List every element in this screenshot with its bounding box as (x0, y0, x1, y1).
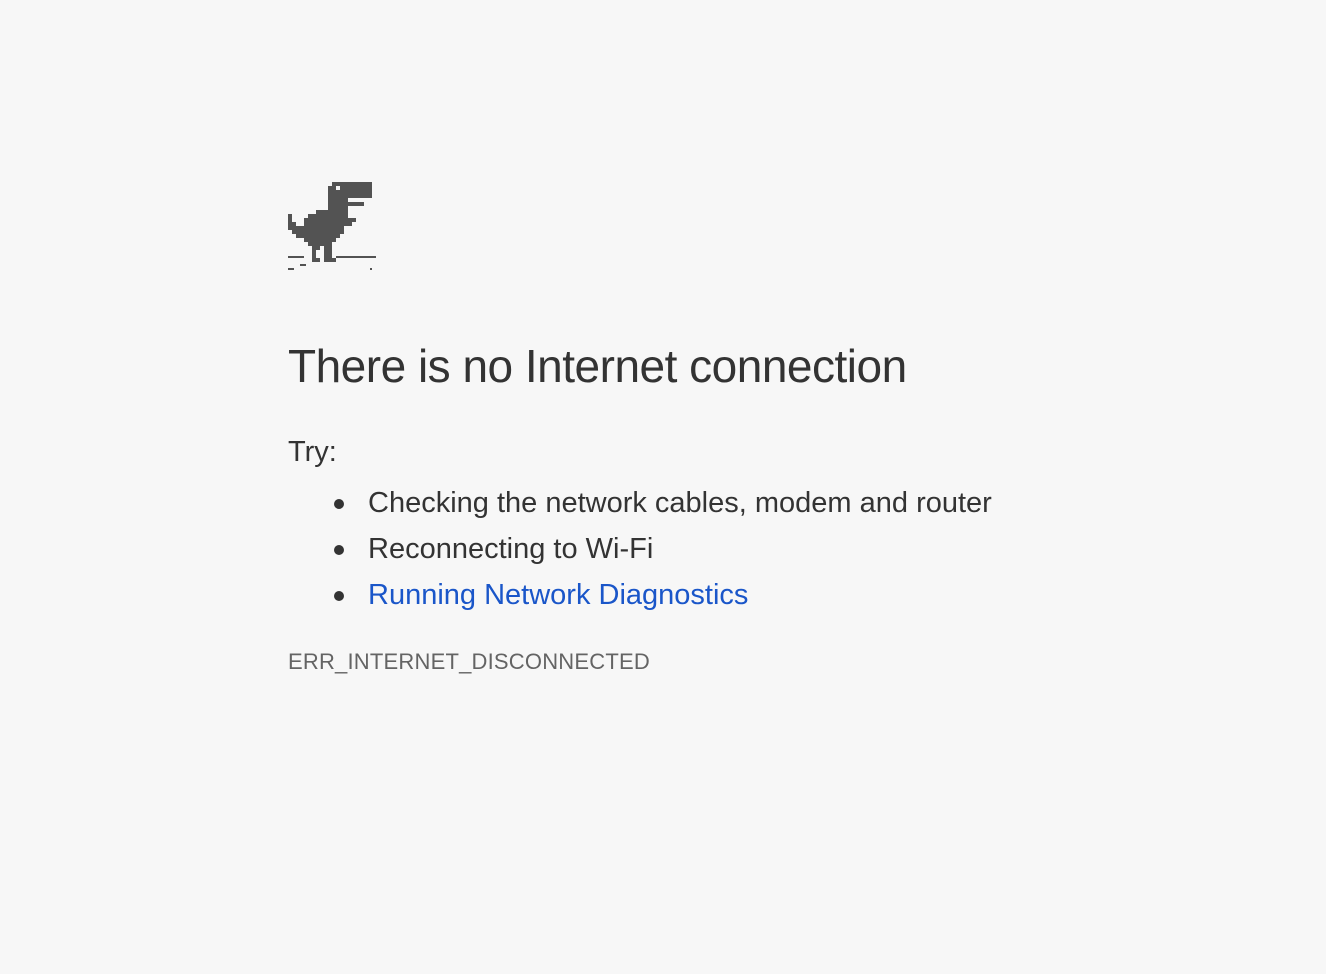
bullet-icon (334, 545, 344, 555)
bullet-icon (334, 591, 344, 601)
error-code: ERR_INTERNET_DISCONNECTED (288, 649, 650, 674)
network-diagnostics-link[interactable]: Running Network Diagnostics (368, 579, 748, 611)
bullet-icon (334, 499, 344, 509)
list-item-check-cables: Checking the network cables, modem and r… (288, 480, 1188, 526)
list-item-network-diagnostics: Running Network Diagnostics (288, 572, 1188, 618)
page-title: There is no Internet connection (288, 340, 907, 392)
list-item-reconnect-wifi: Reconnecting to Wi-Fi (288, 526, 1188, 572)
try-label: Try: (288, 436, 337, 468)
suggestions-list: Checking the network cables, modem and r… (288, 480, 1188, 618)
error-page-content: There is no Internet connection Try: Che… (288, 182, 1188, 676)
suggestion-text: Checking the network cables, modem and r… (368, 487, 992, 519)
suggestion-text: Reconnecting to Wi-Fi (368, 533, 654, 565)
offline-dino-icon (288, 182, 376, 270)
